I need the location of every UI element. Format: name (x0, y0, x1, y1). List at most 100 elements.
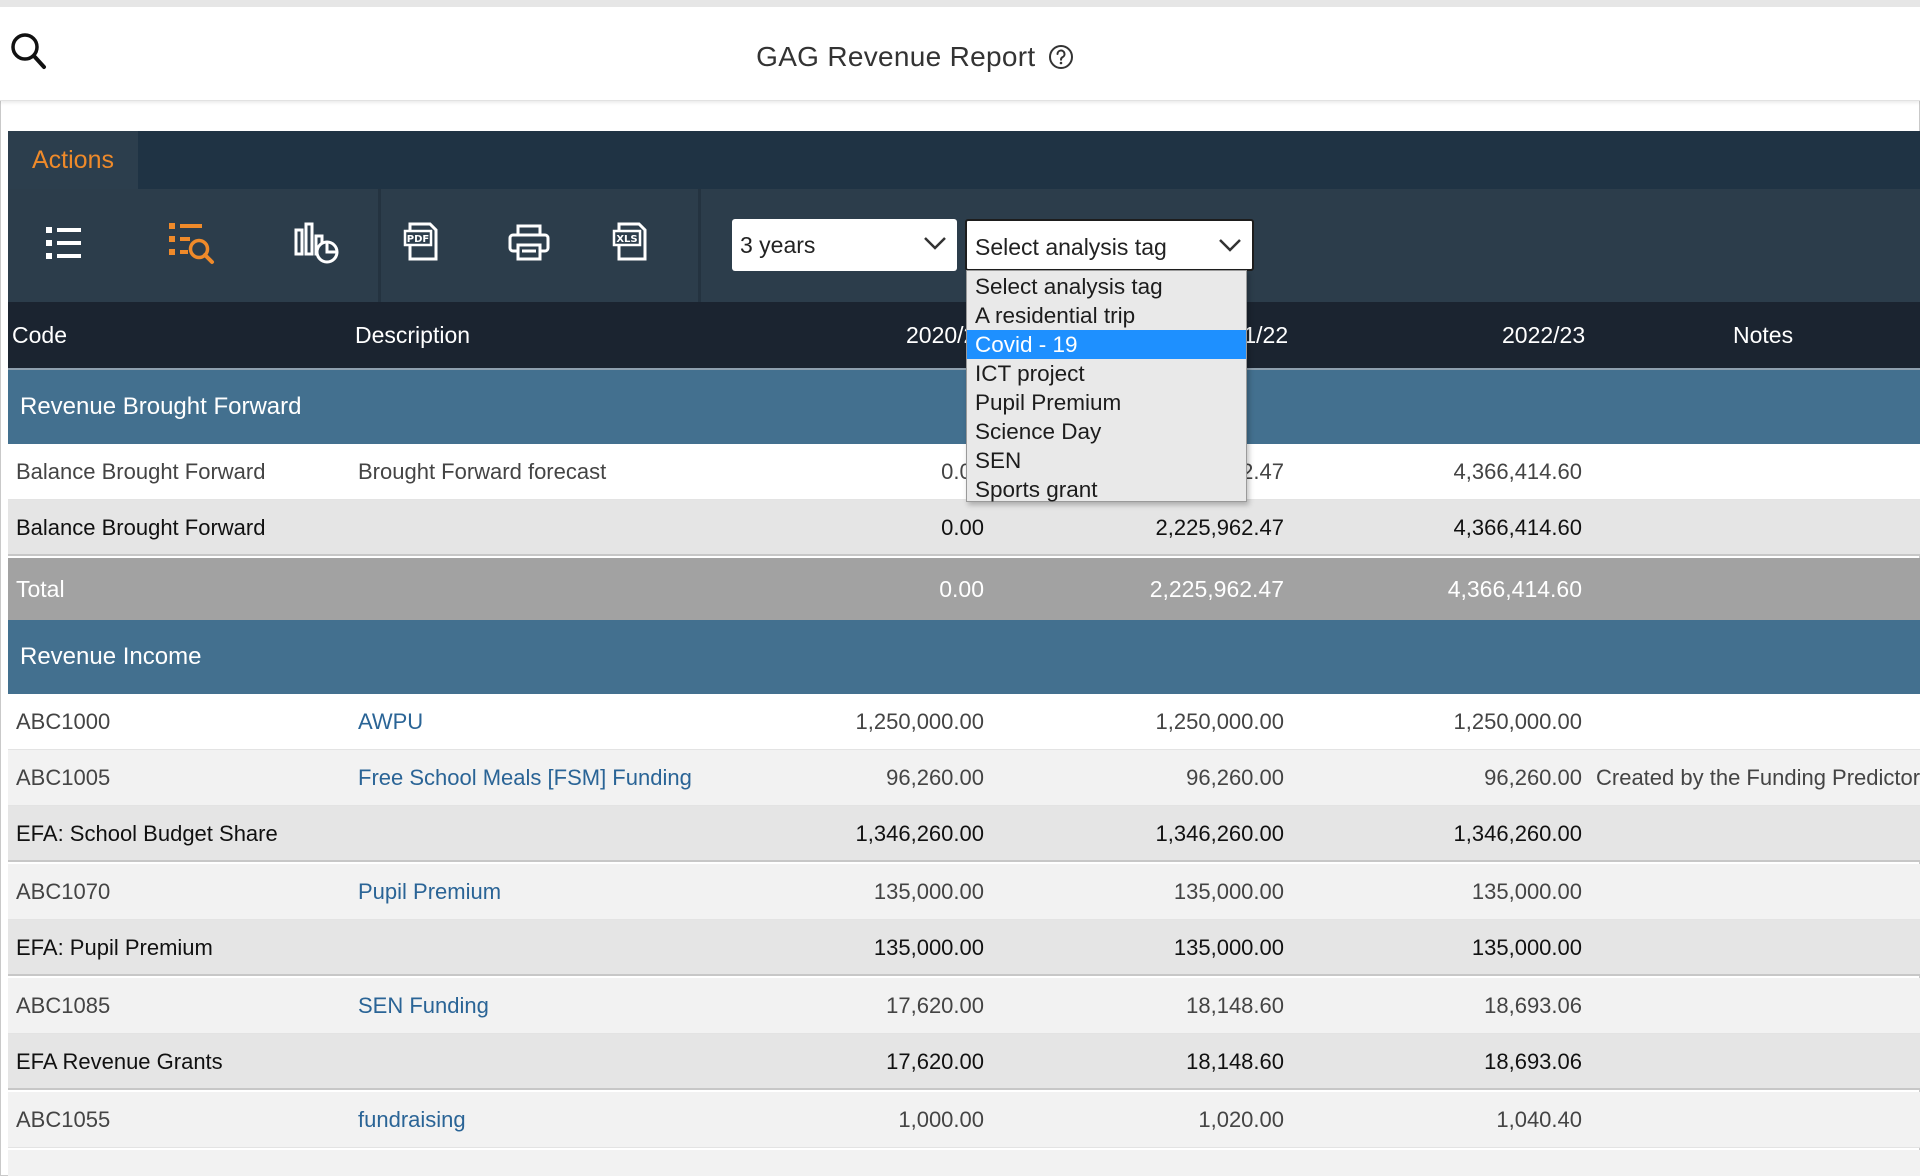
page-title: GAG Revenue Report (756, 41, 1036, 72)
cell-year1: 96,260.00 (886, 765, 984, 790)
cell-year3: 4,366,414.60 (1447, 576, 1582, 602)
cell-code: EFA Revenue Grants (16, 1049, 223, 1074)
column-header-description[interactable]: Description (355, 302, 470, 368)
dropdown-option[interactable]: Select analysis tag (967, 272, 1246, 301)
dropdown-option[interactable]: ICT project (967, 359, 1246, 388)
table-row: ABC1055 fundraising 1,000.00 1,020.00 1,… (8, 1092, 1920, 1148)
cell-year2: 2,225,962.47 (1149, 576, 1284, 602)
cell-code: ABC1085 (16, 993, 111, 1018)
cell-year3: 4,366,414.60 (1453, 515, 1582, 540)
cell-year1: 135,000.00 (873, 879, 984, 904)
cell-year2: 96,260.00 (1186, 765, 1284, 790)
help-circle-icon[interactable] (1048, 44, 1074, 70)
table-row: Balance Brought Forward Brought Forward … (8, 444, 1920, 500)
cell-year2: 2,225,962.47 (1155, 515, 1284, 540)
table-row: ABC1005 Free School Meals [FSM] Funding … (8, 750, 1920, 806)
toolbar-separator (378, 189, 381, 302)
table-header: Code Description 2020/21 2021/22 2022/23… (8, 302, 1920, 370)
cell-year1: 1,000.00 (898, 1107, 984, 1132)
top-border (0, 0, 1920, 7)
section-header: Revenue Income (8, 620, 1920, 694)
analysis-tag-dropdown[interactable]: Select analysis tag A residential trip C… (966, 270, 1247, 502)
cell-year2: 18,148.60 (1186, 993, 1284, 1018)
cell-year3: 18,693.06 (1484, 1049, 1582, 1074)
chevron-down-icon (1218, 237, 1242, 258)
cell-year3: 135,000.00 (1471, 935, 1582, 960)
list-icon[interactable] (34, 213, 94, 273)
cell-year3: 135,000.00 (1471, 879, 1582, 904)
dropdown-option[interactable]: A residential trip (967, 301, 1246, 330)
cell-year3: 4,366,414.60 (1453, 459, 1582, 484)
cell-code: Balance Brought Forward (16, 459, 266, 484)
subtotal-row: EFA: School Budget Share 1,346,260.00 1,… (8, 806, 1920, 862)
cell-year2: 1,346,260.00 (1155, 821, 1284, 846)
section-header: Revenue Brought Forward (8, 370, 1920, 444)
cell-year1: 0.00 (941, 459, 984, 484)
cell-year1: 135,000.00 (873, 935, 984, 960)
table-row: ABC1070 Pupil Premium 135,000.00 135,000… (8, 864, 1920, 920)
cell-year2: 18,148.60 (1186, 1049, 1284, 1074)
title-wrap: GAG Revenue Report (0, 41, 1830, 73)
section-title: Revenue Income (20, 643, 202, 670)
column-header-year3[interactable]: 2022/23 (1502, 302, 1585, 368)
toolbar: PDF XLS 3 years Select analysis tag (8, 189, 1920, 302)
list-search-icon[interactable] (163, 213, 223, 273)
cell-description-link[interactable]: Free School Meals [FSM] Funding (358, 750, 692, 806)
cell-description-link[interactable]: Pupil Premium (358, 864, 501, 920)
cell-year1: 0.00 (939, 576, 984, 602)
cell-year3: 1,346,260.00 (1453, 821, 1582, 846)
table-row-partial (8, 1150, 1920, 1176)
cell-year1: 17,620.00 (886, 993, 984, 1018)
subtotal-row: Balance Brought Forward 0.00 2,225,962.4… (8, 500, 1920, 556)
cell-description: Brought Forward forecast (358, 459, 607, 484)
cell-description-link[interactable]: SEN Funding (358, 978, 489, 1034)
dropdown-option[interactable]: SEN (967, 446, 1246, 475)
cell-code: ABC1055 (16, 1107, 111, 1132)
cell-description-link[interactable]: AWPU (358, 694, 423, 750)
cell-notes: Created by the Funding Predictor. (1596, 765, 1920, 790)
print-icon[interactable] (499, 213, 559, 273)
cell-year2: 135,000.00 (1173, 879, 1284, 904)
cell-code: Balance Brought Forward (16, 515, 266, 540)
chevron-down-icon (923, 235, 947, 256)
period-select-value: 3 years (740, 232, 816, 258)
xls-icon[interactable]: XLS (601, 213, 661, 273)
cell-description-link[interactable]: fundraising (358, 1092, 466, 1148)
cell-code: EFA: School Budget Share (16, 821, 278, 846)
pdf-icon[interactable]: PDF (392, 213, 452, 273)
svg-text:XLS: XLS (616, 234, 637, 245)
svg-text:PDF: PDF (407, 234, 429, 245)
table-row: ABC1085 SEN Funding 17,620.00 18,148.60 … (8, 978, 1920, 1034)
cell-year3: 96,260.00 (1484, 765, 1582, 790)
cell-year1: 1,250,000.00 (855, 709, 984, 734)
total-label: Total (16, 576, 65, 602)
column-header-code[interactable]: Code (12, 302, 67, 368)
cell-code: EFA: Pupil Premium (16, 935, 213, 960)
toolbar-separator (698, 189, 701, 302)
cell-code: ABC1000 (16, 709, 111, 734)
cell-year3: 1,040.40 (1496, 1107, 1582, 1132)
period-select[interactable]: 3 years (732, 219, 957, 271)
analysis-tag-select[interactable]: Select analysis tag (965, 219, 1254, 271)
cell-year3: 1,250,000.00 (1453, 709, 1582, 734)
actions-tab[interactable]: Actions (8, 131, 138, 189)
dropdown-option[interactable]: Sports grant (967, 475, 1246, 504)
cell-year1: 0.00 (941, 515, 984, 540)
cell-year2: 1,020.00 (1198, 1107, 1284, 1132)
table-row: ABC1000 AWPU 1,250,000.00 1,250,000.00 1… (8, 694, 1920, 750)
analysis-tag-select-value: Select analysis tag (975, 234, 1167, 260)
cell-year3: 18,693.06 (1484, 993, 1582, 1018)
column-header-notes[interactable]: Notes (1733, 302, 1793, 368)
subtotal-row: EFA Revenue Grants 17,620.00 18,148.60 1… (8, 1034, 1920, 1090)
chart-icon[interactable] (286, 213, 346, 273)
actions-bar: Actions (8, 131, 1920, 189)
cell-year2: 1,250,000.00 (1155, 709, 1284, 734)
dropdown-option[interactable]: Science Day (967, 417, 1246, 446)
dropdown-option[interactable]: Pupil Premium (967, 388, 1246, 417)
cell-year1: 17,620.00 (886, 1049, 984, 1074)
cell-code: ABC1070 (16, 879, 111, 904)
cell-code: ABC1005 (16, 765, 111, 790)
dropdown-option-highlighted[interactable]: Covid - 19 (967, 330, 1246, 359)
total-row: Total 0.00 2,225,962.47 4,366,414.60 (8, 558, 1920, 620)
section-title: Revenue Brought Forward (20, 393, 302, 420)
